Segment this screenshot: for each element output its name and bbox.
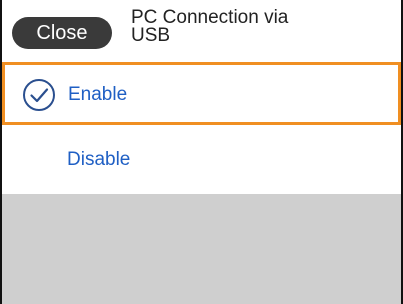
close-button[interactable]: Close xyxy=(12,17,112,49)
checkmark-circle-icon xyxy=(23,79,55,111)
printer-lcd-screen: Close PC Connection via USB Enable Disab… xyxy=(0,0,403,304)
empty-list-area xyxy=(2,194,401,304)
page-title-line-2: USB xyxy=(131,25,171,46)
option-disable-label: Disable xyxy=(67,149,131,170)
option-enable[interactable]: Enable xyxy=(2,62,401,125)
option-list: Enable Disable xyxy=(2,62,401,192)
option-disable[interactable]: Disable xyxy=(2,128,401,191)
option-enable-label: Enable xyxy=(68,84,128,105)
page-title: PC Connection via USB xyxy=(131,7,391,46)
header-bar: Close PC Connection via USB xyxy=(2,0,401,60)
page-title-line-1: PC Connection via xyxy=(131,7,289,28)
